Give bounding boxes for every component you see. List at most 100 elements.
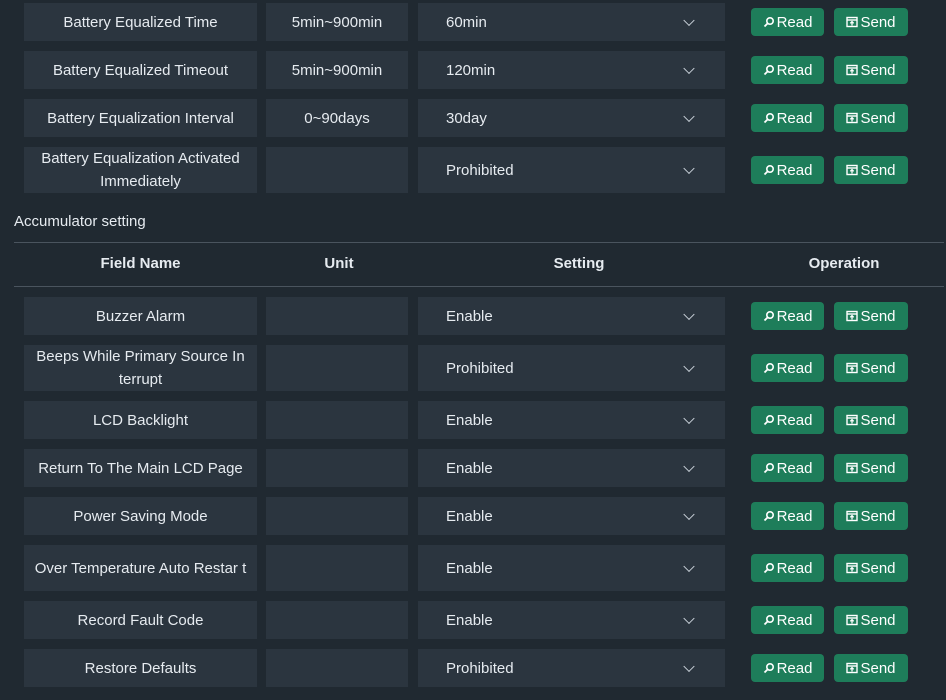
send-box-icon xyxy=(846,164,859,176)
send-box-icon xyxy=(846,64,859,76)
read-label: Read xyxy=(776,459,813,477)
read-button[interactable]: Read xyxy=(751,354,824,382)
divider xyxy=(14,286,944,287)
send-box-icon xyxy=(846,414,859,426)
send-label: Send xyxy=(860,459,896,477)
search-icon xyxy=(763,310,774,322)
send-button[interactable]: Send xyxy=(834,302,908,330)
send-label: Send xyxy=(860,161,896,179)
read-button[interactable]: Read xyxy=(751,554,824,582)
send-button[interactable]: Send xyxy=(834,502,908,530)
field-unit: 5min~900min xyxy=(266,51,408,89)
chevron-down-icon xyxy=(683,460,695,473)
send-box-icon xyxy=(846,362,859,374)
setting-value: 120min xyxy=(446,61,496,79)
chevron-down-icon xyxy=(683,360,695,373)
send-button[interactable]: Send xyxy=(834,156,908,184)
field-unit: 0~90days xyxy=(266,99,408,137)
search-icon xyxy=(763,414,774,426)
send-label: Send xyxy=(860,659,896,677)
setting-value: Enable xyxy=(446,459,493,477)
chevron-down-icon xyxy=(683,560,695,573)
search-icon xyxy=(763,362,774,374)
read-button[interactable]: Read xyxy=(751,454,824,482)
read-button[interactable]: Read xyxy=(751,8,824,36)
field-unit xyxy=(266,497,408,535)
header-unit: Unit xyxy=(324,255,354,272)
setting-select[interactable]: 120min xyxy=(418,51,725,89)
setting-select[interactable]: Enable xyxy=(418,297,725,335)
send-box-icon xyxy=(846,16,859,28)
send-button[interactable]: Send xyxy=(834,454,908,482)
send-button[interactable]: Send xyxy=(834,354,908,382)
setting-select[interactable]: Prohibited xyxy=(418,345,725,391)
read-button[interactable]: Read xyxy=(751,606,824,634)
setting-select[interactable]: Enable xyxy=(418,601,725,639)
setting-value: Prohibited xyxy=(446,161,514,179)
read-button[interactable]: Read xyxy=(751,56,824,84)
setting-value: Enable xyxy=(446,307,493,325)
setting-select[interactable]: 60min xyxy=(418,3,725,41)
table-row: Battery Equalized Timeout 5min~900min 12… xyxy=(0,51,946,89)
send-box-icon xyxy=(846,614,859,626)
send-box-icon xyxy=(846,510,859,522)
setting-value: Enable xyxy=(446,611,493,629)
search-icon xyxy=(763,662,774,674)
send-label: Send xyxy=(860,307,896,325)
read-button[interactable]: Read xyxy=(751,302,824,330)
read-label: Read xyxy=(776,161,813,179)
send-label: Send xyxy=(860,611,896,629)
send-label: Send xyxy=(860,507,896,525)
field-name: Record Fault Code xyxy=(24,601,257,639)
send-label: Send xyxy=(860,13,896,31)
chevron-down-icon xyxy=(683,162,695,175)
read-button[interactable]: Read xyxy=(751,654,824,682)
setting-select[interactable]: Prohibited xyxy=(418,147,725,193)
setting-select[interactable]: Enable xyxy=(418,401,725,439)
header-field-name: Field Name xyxy=(100,255,181,272)
setting-select[interactable]: Prohibited xyxy=(418,649,725,687)
setting-select[interactable]: 30day xyxy=(418,99,725,137)
send-label: Send xyxy=(860,61,896,79)
setting-select[interactable]: Enable xyxy=(418,545,725,591)
send-button[interactable]: Send xyxy=(834,56,908,84)
chevron-down-icon xyxy=(683,660,695,673)
send-button[interactable]: Send xyxy=(834,104,908,132)
field-unit xyxy=(266,601,408,639)
read-label: Read xyxy=(776,307,813,325)
setting-value: Prohibited xyxy=(446,359,514,377)
table-row: Battery Equalization Activated Immediate… xyxy=(0,147,946,193)
send-label: Send xyxy=(860,559,896,577)
read-label: Read xyxy=(776,611,813,629)
chevron-down-icon xyxy=(683,14,695,27)
setting-value: 60min xyxy=(446,13,487,31)
read-button[interactable]: Read xyxy=(751,156,824,184)
search-icon xyxy=(763,510,774,522)
send-button[interactable]: Send xyxy=(834,654,908,682)
field-name: Buzzer Alarm xyxy=(24,297,257,335)
read-button[interactable]: Read xyxy=(751,502,824,530)
read-button[interactable]: Read xyxy=(751,406,824,434)
read-button[interactable]: Read xyxy=(751,104,824,132)
read-label: Read xyxy=(776,109,813,127)
field-unit xyxy=(266,147,408,193)
field-name: Over Temperature Auto Restar t xyxy=(24,545,257,591)
read-label: Read xyxy=(776,411,813,429)
field-name: LCD Backlight xyxy=(24,401,257,439)
table-row: LCD Backlight Enable Read Send xyxy=(0,401,946,439)
send-button[interactable]: Send xyxy=(834,606,908,634)
read-label: Read xyxy=(776,13,813,31)
read-label: Read xyxy=(776,559,813,577)
send-button[interactable]: Send xyxy=(834,554,908,582)
search-icon xyxy=(763,16,774,28)
search-icon xyxy=(763,64,774,76)
search-icon xyxy=(763,112,774,124)
header-setting: Setting xyxy=(553,255,605,272)
setting-select[interactable]: Enable xyxy=(418,497,725,535)
send-button[interactable]: Send xyxy=(834,406,908,434)
field-name: Return To The Main LCD Page xyxy=(24,449,257,487)
field-name: Power Saving Mode xyxy=(24,497,257,535)
field-unit xyxy=(266,545,408,591)
send-button[interactable]: Send xyxy=(834,8,908,36)
setting-select[interactable]: Enable xyxy=(418,449,725,487)
